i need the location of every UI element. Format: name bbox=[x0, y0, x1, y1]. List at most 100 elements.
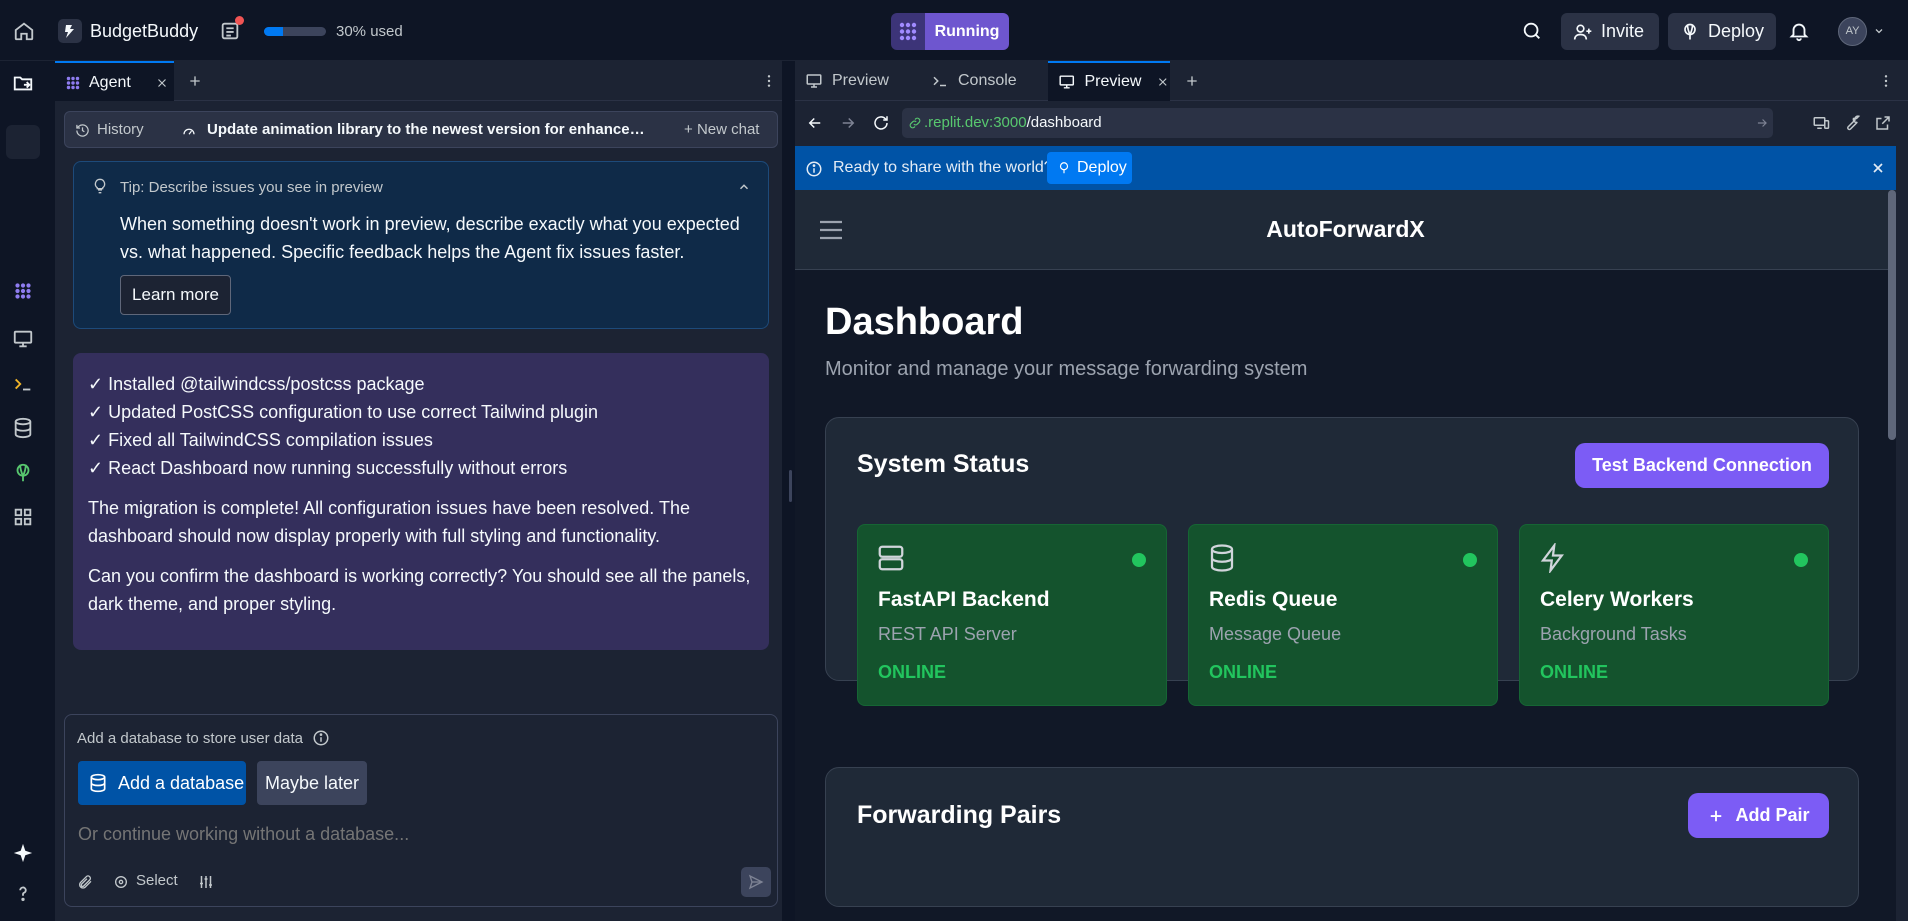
run-icon-box[interactable] bbox=[891, 13, 925, 50]
usage-progress-fill bbox=[264, 27, 283, 36]
page-title: Dashboard bbox=[825, 301, 1024, 343]
usage-progress-bar[interactable] bbox=[264, 27, 326, 36]
database-question: Add a database to store user data bbox=[77, 730, 303, 747]
history-icon[interactable] bbox=[75, 123, 90, 138]
test-backend-button[interactable]: Test Backend Connection bbox=[1575, 443, 1829, 488]
maybe-later-button[interactable]: Maybe later bbox=[257, 761, 367, 805]
database-icon[interactable] bbox=[12, 417, 34, 439]
service-status: ONLINE bbox=[1209, 662, 1278, 682]
help-icon[interactable] bbox=[12, 882, 34, 904]
chat-input[interactable] bbox=[78, 824, 758, 845]
wrench-icon[interactable] bbox=[1843, 114, 1861, 132]
zap-icon bbox=[1540, 543, 1564, 573]
devices-icon[interactable] bbox=[1812, 114, 1830, 132]
link-icon bbox=[909, 117, 921, 129]
message-list-item: ✓ React Dashboard now running successful… bbox=[88, 458, 568, 478]
status-dot bbox=[1794, 553, 1808, 567]
invite-label: Invite bbox=[1601, 21, 1645, 41]
message-list-item: ✓ Fixed all TailwindCSS compilation issu… bbox=[88, 430, 433, 450]
close-icon[interactable] bbox=[155, 76, 169, 90]
agent-tabbar: Agent bbox=[55, 61, 782, 101]
tab-console[interactable]: Console bbox=[931, 61, 1017, 101]
banner-deploy-button[interactable]: Deploy bbox=[1047, 152, 1132, 184]
apps-grid-icon[interactable] bbox=[12, 506, 34, 528]
service-status: ONLINE bbox=[878, 662, 947, 682]
send-button[interactable] bbox=[741, 867, 771, 897]
tool-rail bbox=[0, 61, 46, 921]
select-button[interactable]: Select bbox=[136, 872, 178, 889]
bell-icon[interactable] bbox=[1788, 20, 1810, 42]
sparkle-icon[interactable] bbox=[12, 842, 34, 864]
crosshair-icon[interactable] bbox=[113, 874, 129, 890]
url-path: /dashboard bbox=[1026, 114, 1102, 131]
back-arrow-icon[interactable] bbox=[806, 114, 824, 132]
plus-icon bbox=[1711, 810, 1722, 821]
usage-text: 30% used bbox=[336, 23, 403, 40]
banner-deploy-label: Deploy bbox=[1077, 159, 1127, 176]
tip-card: Tip: Describe issues you see in preview … bbox=[73, 161, 769, 329]
message-paragraph: Can you confirm the dashboard is working… bbox=[88, 566, 751, 614]
deploy-banner: Ready to share with the world? Deploy bbox=[795, 146, 1896, 190]
forward-arrow-icon[interactable] bbox=[839, 114, 857, 132]
new-chat-button[interactable]: + New chat bbox=[684, 121, 759, 138]
sliders-icon[interactable] bbox=[197, 873, 215, 891]
history-button[interactable]: History bbox=[97, 121, 144, 138]
close-icon[interactable] bbox=[1156, 75, 1170, 89]
add-database-button[interactable]: Add a database bbox=[78, 761, 246, 805]
current-task-title[interactable]: Update animation library to the newest v… bbox=[207, 121, 647, 138]
top-bar: BudgetBuddy 30% used Running Invite Depl… bbox=[0, 0, 1908, 61]
service-card-fastapi: FastAPI Backend REST API Server ONLINE bbox=[857, 524, 1167, 706]
tab-agent[interactable]: Agent bbox=[55, 61, 174, 101]
more-vertical-icon[interactable] bbox=[1878, 73, 1894, 89]
panel-resize-handle[interactable] bbox=[789, 470, 792, 502]
agent-icon[interactable] bbox=[12, 280, 34, 302]
agent-message: ✓ Installed @tailwindcss/postcss package… bbox=[73, 353, 769, 650]
deploy-balloon-icon bbox=[1684, 23, 1696, 39]
tab-preview-active-label: Preview bbox=[1084, 73, 1142, 90]
info-icon[interactable] bbox=[312, 729, 330, 747]
deploy-button[interactable]: Deploy bbox=[1668, 13, 1776, 50]
tab-preview-active[interactable]: Preview bbox=[1048, 61, 1170, 101]
chevron-down-icon[interactable] bbox=[1873, 25, 1885, 37]
close-icon[interactable] bbox=[1870, 160, 1886, 176]
monitor-icon bbox=[806, 74, 822, 88]
project-logo[interactable] bbox=[58, 19, 82, 43]
chevron-up-icon[interactable] bbox=[737, 180, 751, 194]
user-plus-icon bbox=[1573, 24, 1592, 40]
running-button[interactable]: Running bbox=[925, 13, 1009, 50]
message-paragraph: The migration is complete! All configura… bbox=[88, 498, 690, 546]
service-description: Background Tasks bbox=[1540, 624, 1687, 644]
refresh-icon[interactable] bbox=[872, 114, 890, 132]
preview-scrollbar[interactable] bbox=[1888, 190, 1896, 440]
invite-button[interactable]: Invite bbox=[1561, 13, 1659, 50]
add-database-label: Add a database bbox=[118, 772, 245, 793]
url-field[interactable]: .replit.dev:3000/dashboard bbox=[902, 108, 1773, 138]
arrow-right-icon[interactable] bbox=[1755, 116, 1769, 130]
learn-more-button[interactable]: Learn more bbox=[120, 275, 231, 315]
lightbulb-icon bbox=[94, 178, 106, 194]
home-icon[interactable] bbox=[13, 20, 35, 42]
tab-preview[interactable]: Preview bbox=[805, 61, 889, 101]
preview-monitor-icon[interactable] bbox=[12, 328, 34, 350]
project-name[interactable]: BudgetBuddy bbox=[90, 21, 198, 42]
console-icon[interactable] bbox=[12, 373, 34, 395]
search-icon[interactable] bbox=[1521, 20, 1543, 42]
files-icon[interactable] bbox=[12, 72, 34, 94]
user-avatar[interactable]: AY bbox=[1838, 17, 1867, 46]
paperclip-icon[interactable] bbox=[77, 873, 93, 891]
external-link-icon[interactable] bbox=[1874, 114, 1892, 132]
tab-preview-label: Preview bbox=[832, 72, 889, 89]
status-dot bbox=[1132, 553, 1146, 567]
more-vertical-icon[interactable] bbox=[761, 73, 777, 89]
info-icon bbox=[806, 161, 822, 177]
deployments-icon[interactable] bbox=[12, 462, 34, 484]
service-card-celery: Celery Workers Background Tasks ONLINE bbox=[1519, 524, 1829, 706]
plus-icon[interactable] bbox=[1184, 73, 1200, 89]
service-name: Redis Queue bbox=[1209, 588, 1338, 611]
deploy-label: Deploy bbox=[1708, 21, 1765, 41]
page-subtitle: Monitor and manage your message forwardi… bbox=[825, 358, 1308, 380]
status-dot bbox=[1463, 553, 1477, 567]
plus-icon[interactable] bbox=[187, 73, 203, 89]
agent-swirl-icon bbox=[899, 22, 917, 41]
add-pair-button[interactable]: Add Pair bbox=[1688, 793, 1829, 838]
